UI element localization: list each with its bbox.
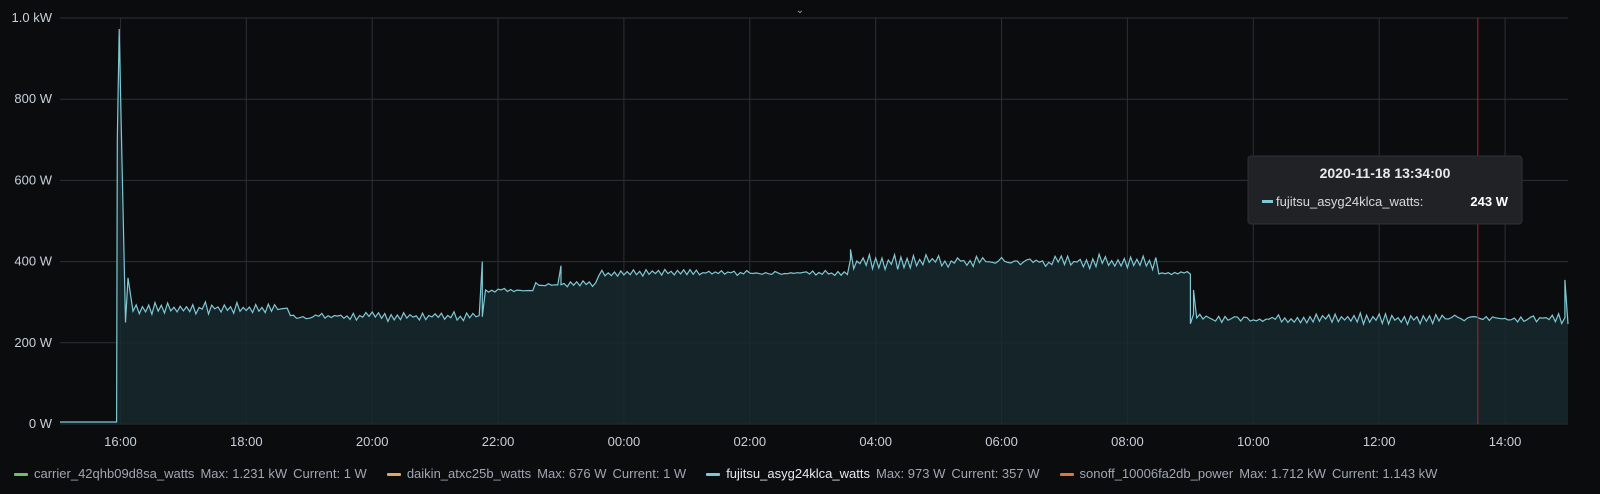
series-fill — [60, 29, 1568, 424]
x-tick-label: 08:00 — [1111, 434, 1144, 449]
x-tick-label: 22:00 — [482, 434, 515, 449]
legend-swatch — [706, 473, 721, 477]
x-tick-label: 20:00 — [356, 434, 389, 449]
y-tick-label: 1.0 kW — [12, 10, 53, 25]
x-axis: 16:00 18:00 20:00 22:00 00:00 02:00 04:00 06:00… — [104, 434, 1521, 449]
tooltip-series-swatch — [1262, 200, 1273, 203]
x-tick-label: 18:00 — [230, 434, 263, 449]
legend-swatch — [1059, 473, 1074, 477]
x-tick-label: 02:00 — [734, 434, 767, 449]
y-tick-label: 800 W — [14, 91, 52, 106]
series-area — [60, 28, 1569, 424]
y-tick-label: 400 W — [14, 254, 52, 269]
x-tick-label: 06:00 — [985, 434, 1018, 449]
y-tick-label: 0 W — [29, 416, 53, 431]
legend-max: Max: 676 W — [537, 466, 607, 481]
legend-item-sonoff[interactable]: sonoff_10006fa2db_power Max: 1.712 kW Curr… — [1059, 466, 1444, 481]
legend-series-name: carrier_42qhb09d8sa_watts — [34, 466, 195, 481]
legend-current: Current: 357 W — [951, 466, 1040, 481]
y-axis: 0 W 200 W 400 W 600 W 800 W 1.0 kW — [12, 10, 53, 431]
legend-series-name: fujitsu_asyg24klca_watts — [726, 466, 870, 481]
y-tick-label: 600 W — [14, 172, 52, 187]
tooltip-title: 2020-11-18 13:34:00 — [1320, 165, 1451, 181]
graph-panel: ⌄ 0 W 200 W 400 W 600 W 800 W 1.0 kW 16:00 18:… — [0, 0, 1600, 494]
legend-max: Max: 1.231 kW — [200, 466, 288, 481]
legend-item-carrier[interactable]: carrier_42qhb09d8sa_watts Max: 1.231 kW Cu… — [14, 466, 373, 481]
x-tick-label: 12:00 — [1363, 434, 1396, 449]
y-tick-label: 200 W — [14, 335, 52, 350]
legend-item-daikin[interactable]: daikin_atxc25b_watts Max: 676 W Current: 1… — [386, 466, 692, 481]
legend-current: Current: 1 W — [293, 466, 367, 481]
legend-swatch — [386, 473, 401, 477]
chart-svg[interactable]: 0 W 200 W 400 W 600 W 800 W 1.0 kW 16:00 18:00… — [0, 0, 1600, 466]
legend-current: Current: 1.143 kW — [1331, 466, 1438, 481]
x-tick-label: 04:00 — [859, 434, 892, 449]
tooltip: 2020-11-18 13:34:00 fujitsu_asyg24klca_w… — [1247, 155, 1523, 225]
legend-series-name: sonoff_10006fa2db_power — [1079, 466, 1234, 481]
legend-item-fujitsu[interactable]: fujitsu_asyg24klca_watts Max: 973 W Curren… — [706, 466, 1045, 481]
x-tick-label: 10:00 — [1237, 434, 1270, 449]
legend: carrier_42qhb09d8sa_watts Max: 1.231 kW Cu… — [14, 466, 1600, 488]
legend-series-name: daikin_atxc25b_watts — [406, 466, 532, 481]
legend-max: Max: 973 W — [876, 466, 946, 481]
x-tick-label: 14:00 — [1489, 434, 1522, 449]
legend-swatch — [14, 473, 28, 477]
legend-current: Current: 1 W — [612, 466, 687, 481]
x-tick-label: 00:00 — [608, 434, 641, 449]
tooltip-series-value: 243 W — [1470, 194, 1508, 209]
tooltip-series-name: fujitsu_asyg24klca_watts: — [1276, 194, 1423, 209]
x-tick-label: 16:00 — [104, 434, 137, 449]
legend-max: Max: 1.712 kW — [1239, 466, 1326, 481]
